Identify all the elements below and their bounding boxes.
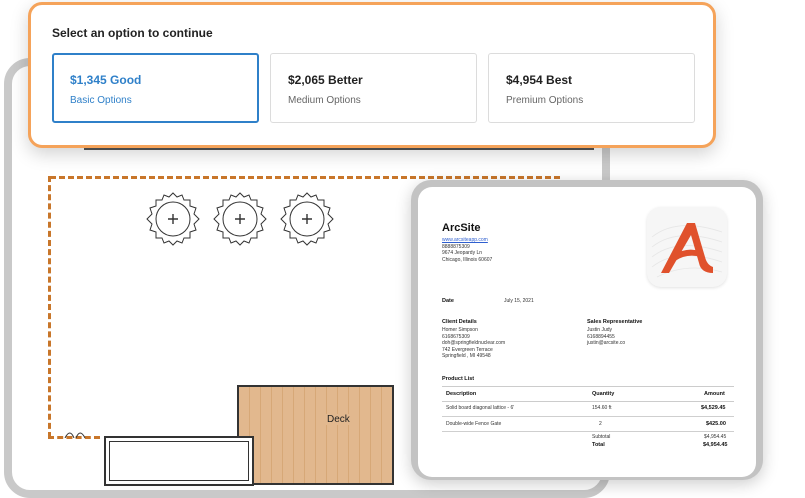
- row-amount: $425.00: [706, 421, 726, 427]
- company-address-line2: Chicago, Illinois 60607: [442, 256, 493, 263]
- deck-area: [237, 385, 394, 485]
- option-label: Medium Options: [288, 95, 361, 106]
- subtotal-label: Subtotal: [592, 434, 611, 440]
- house-inner-wall: [109, 441, 249, 481]
- product-table-header: [442, 386, 734, 402]
- company-name: ArcSite: [442, 222, 481, 234]
- row-description: Double-wide Fence Gate: [446, 421, 502, 427]
- subtotal-value: $4,954.45: [704, 434, 727, 440]
- row-quantity: 154.60 ft: [592, 405, 612, 411]
- sales-rep-heading: Sales Representative: [587, 319, 643, 325]
- total-value: $4,954.45: [703, 442, 728, 448]
- column-amount: Amount: [704, 391, 725, 397]
- row-amount: $4,529.45: [701, 405, 726, 411]
- rep-email: justin@arcsite.co: [587, 340, 626, 346]
- fence-line-top: [50, 176, 560, 179]
- tree-icon: [144, 190, 202, 248]
- tree-icon: [278, 190, 336, 248]
- option-label: Premium Options: [506, 95, 584, 106]
- fence-line-left: [48, 176, 51, 438]
- client-details: Homer Simpson 6168675309 doh@springfield…: [442, 327, 505, 360]
- option-price: $2,065 Better: [288, 73, 363, 87]
- option-price: $4,954 Best: [506, 73, 573, 87]
- gate-icon: [64, 432, 86, 438]
- sales-rep-details: Justin Judy 6168894455 justin@arcsite.co: [587, 327, 625, 347]
- column-description: Description: [446, 391, 477, 397]
- client-details-heading: Client Details: [442, 319, 477, 325]
- option-price: $1,345 Good: [70, 73, 142, 87]
- deck-label: Deck: [325, 414, 352, 425]
- row-description: Solid board diagonal lattice - 6': [446, 405, 515, 411]
- option-label: Basic Options: [70, 95, 132, 106]
- company-website-link[interactable]: www.arcsiteapp.com: [442, 237, 492, 244]
- arcsite-logo: [647, 207, 727, 287]
- row-divider: [442, 416, 734, 417]
- client-email: doh@springfieldnuclear.com: [442, 340, 506, 346]
- company-info: www.arcsiteapp.com 8888875309 9674 Jeopa…: [442, 237, 492, 263]
- row-divider: [442, 431, 734, 432]
- total-label: Total: [592, 442, 605, 448]
- option-better[interactable]: $2,065 Better Medium Options: [270, 53, 477, 123]
- option-good[interactable]: $1,345 Good Basic Options: [52, 53, 259, 123]
- client-address-line2: Springfield , MI 49548: [442, 353, 491, 359]
- date-label: Date: [442, 298, 454, 304]
- arcsite-logo-icon: [651, 223, 723, 278]
- date-value: July 15, 2021: [504, 298, 534, 304]
- product-list-heading: Product List: [442, 376, 475, 382]
- tree-icon: [211, 190, 269, 248]
- row-quantity: 2: [599, 421, 602, 427]
- option-selector-title: Select an option to continue: [52, 26, 213, 40]
- column-quantity: Quantity: [592, 391, 615, 397]
- option-best[interactable]: $4,954 Best Premium Options: [488, 53, 695, 123]
- plan-wall: [84, 148, 594, 150]
